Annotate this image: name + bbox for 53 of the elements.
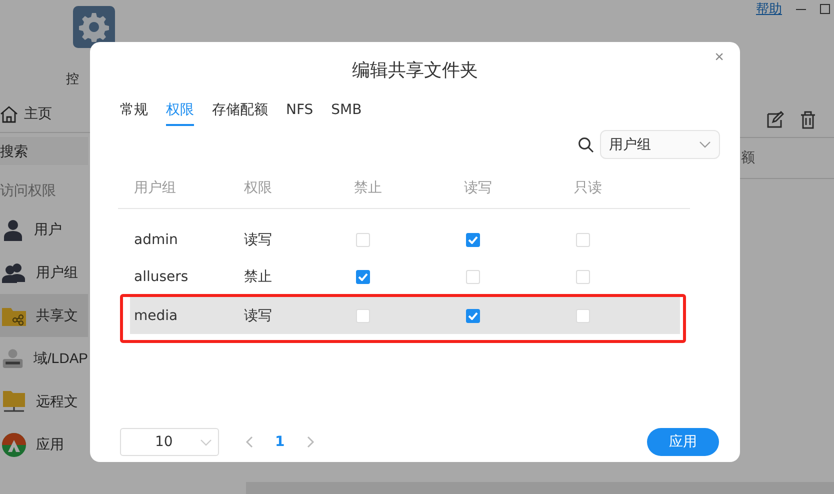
- column-header: 禁止: [354, 179, 383, 197]
- group-dropdown[interactable]: 用户组: [600, 130, 720, 159]
- help-link[interactable]: 帮助: [756, 0, 782, 18]
- page-number[interactable]: 1: [275, 434, 285, 450]
- permission-cell-text: 读写: [244, 230, 273, 248]
- sidebar-item[interactable]: 用户组: [0, 251, 88, 294]
- search-field[interactable]: 搜索: [0, 137, 88, 165]
- sidebar-item[interactable]: 用户: [0, 208, 88, 251]
- column-header: 只读: [574, 179, 603, 197]
- directory-icon: [2, 346, 24, 370]
- users-icon: [2, 262, 26, 284]
- shared-folder-icon: [2, 306, 26, 326]
- chevron-down-icon: [699, 141, 711, 148]
- tab[interactable]: 权限: [166, 96, 194, 126]
- previous-page-icon[interactable]: [245, 436, 253, 448]
- search-icon[interactable]: [578, 136, 594, 152]
- sidebar-item[interactable]: 共享文: [0, 294, 88, 337]
- home-icon[interactable]: [0, 104, 18, 122]
- home-link[interactable]: 主页: [24, 104, 52, 122]
- permission-cell-text: 禁止: [244, 268, 273, 286]
- column-header: 用户组: [134, 179, 177, 197]
- dialog-title: 编辑共享文件夹: [352, 59, 478, 82]
- minimize-icon[interactable]: [796, 8, 806, 10]
- tab[interactable]: NFS: [286, 96, 314, 126]
- permission-cell-text: 读写: [244, 306, 273, 324]
- apply-button[interactable]: 应用: [647, 428, 719, 456]
- highlighted-row[interactable]: media 读写: [130, 297, 680, 334]
- section-title: 访问权限: [0, 181, 57, 200]
- column-header: 读写: [464, 179, 493, 197]
- delete-icon[interactable]: [800, 111, 816, 129]
- checkbox[interactable]: [466, 232, 480, 246]
- edit-icon[interactable]: [766, 111, 784, 129]
- sidebar-item[interactable]: 应用: [0, 423, 88, 466]
- page-size-dropdown[interactable]: 10: [120, 428, 219, 456]
- tab[interactable]: 存储配额: [212, 96, 268, 126]
- checkbox[interactable]: [466, 308, 480, 322]
- sidebar-item[interactable]: 远程文: [0, 380, 88, 423]
- group-name: media: [134, 308, 179, 324]
- column-header: 权限: [244, 179, 273, 197]
- user-icon: [2, 218, 24, 240]
- network-folder-icon: [2, 390, 26, 414]
- tab[interactable]: 常规: [120, 96, 148, 126]
- sidebar-item[interactable]: 域/LDAP: [0, 337, 88, 380]
- control-panel-icon[interactable]: [73, 6, 115, 48]
- column-header: 额: [741, 149, 755, 167]
- app-label: 控: [66, 70, 79, 88]
- maximize-icon[interactable]: [820, 4, 830, 14]
- checkbox[interactable]: [356, 270, 370, 284]
- group-name: allusers: [134, 268, 190, 284]
- next-page-icon[interactable]: [306, 436, 315, 448]
- tab[interactable]: SMB: [331, 96, 362, 126]
- group-name: admin: [134, 232, 179, 248]
- chevron-down-icon: [200, 438, 212, 446]
